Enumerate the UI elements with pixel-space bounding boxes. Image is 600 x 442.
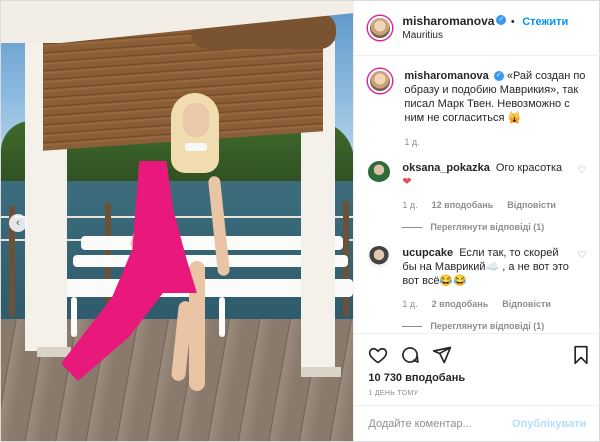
chevron-left-icon: ‹ bbox=[16, 217, 20, 229]
caption: misharomanova ✓ «Рай создан по образу и п… bbox=[368, 69, 586, 149]
heart-icon[interactable] bbox=[368, 345, 388, 365]
follow-button[interactable]: Стежити bbox=[522, 16, 568, 28]
bookmark-icon[interactable] bbox=[572, 345, 590, 365]
comment-body: ucupcake Если так, то скорей бы на Маври… bbox=[402, 246, 571, 333]
caption-date: 1 д. bbox=[404, 137, 420, 147]
action-icons bbox=[368, 340, 590, 370]
comment-date: 1 д. bbox=[402, 299, 418, 309]
comment-item: ucupcake Если так, то скорей бы на Маври… bbox=[368, 246, 586, 333]
caption-avatar[interactable] bbox=[368, 69, 393, 93]
view-replies[interactable]: Переглянути відповіді (1) bbox=[402, 319, 571, 333]
instagram-post: ‹ misharomanova ✓ • Стежити Mauritius mis… bbox=[0, 0, 600, 442]
bench-leg bbox=[219, 297, 225, 337]
post-time[interactable]: 1 ДЕНЬ ТОМУ bbox=[368, 390, 590, 397]
pillar-base bbox=[301, 367, 341, 377]
post-photo[interactable]: ‹ bbox=[1, 1, 354, 441]
comment-item: oksana_pokazka Ого красотка ❤ 1 д. 12 вп… bbox=[368, 161, 586, 234]
heart-small-icon[interactable]: ♡ bbox=[577, 250, 586, 333]
carousel-prev-button[interactable]: ‹ bbox=[9, 214, 27, 232]
verified-icon: ✓ bbox=[496, 15, 507, 26]
comment-author[interactable]: oksana_pokazka bbox=[402, 162, 489, 174]
view-replies-label: Переглянути відповіді (1) bbox=[430, 222, 545, 232]
choker bbox=[185, 143, 207, 151]
comment-text: Ого красотка bbox=[495, 162, 563, 174]
heart-emoji: ❤ bbox=[402, 176, 412, 188]
post-header: misharomanova ✓ • Стежити Mauritius bbox=[354, 1, 600, 56]
replies-divider bbox=[402, 226, 423, 228]
bench-leg bbox=[71, 297, 77, 337]
comments-list[interactable]: misharomanova ✓ «Рай создан по образу и п… bbox=[354, 57, 600, 333]
comment-input[interactable] bbox=[368, 417, 513, 430]
comment-body: oksana_pokazka Ого красотка ❤ 1 д. 12 вп… bbox=[402, 161, 571, 234]
comment-date: 1 д. bbox=[402, 200, 418, 210]
avatar[interactable] bbox=[368, 16, 393, 40]
comment-likes[interactable]: 2 вподобань bbox=[432, 297, 489, 311]
publish-button[interactable]: Опублікувати bbox=[512, 418, 586, 430]
caption-body: misharomanova ✓ «Рай создан по образу и п… bbox=[404, 69, 586, 149]
add-comment-bar: Опублікувати bbox=[354, 405, 600, 441]
comment-avatar[interactable] bbox=[368, 246, 391, 268]
caption-author[interactable]: misharomanova bbox=[404, 70, 488, 82]
separator: • bbox=[510, 15, 515, 28]
header-info: misharomanova ✓ • Стежити Mauritius bbox=[402, 14, 568, 43]
header-username[interactable]: misharomanova bbox=[402, 14, 494, 28]
share-icon[interactable] bbox=[432, 345, 452, 365]
face bbox=[183, 103, 209, 137]
reply-button[interactable]: Відповісти bbox=[502, 297, 551, 311]
verified-icon: ✓ bbox=[493, 71, 504, 82]
comment-avatar[interactable] bbox=[368, 161, 391, 183]
post-side-panel: misharomanova ✓ • Стежити Mauritius misha… bbox=[353, 1, 600, 441]
replies-divider bbox=[402, 325, 423, 327]
location-link[interactable]: Mauritius bbox=[402, 29, 568, 43]
view-replies-label: Переглянути відповіді (1) bbox=[430, 321, 545, 331]
likes-count[interactable]: 10 730 вподобань bbox=[368, 372, 590, 384]
comment-icon[interactable] bbox=[400, 345, 420, 365]
reply-button[interactable]: Відповісти bbox=[507, 198, 556, 212]
heart-small-icon[interactable]: ♡ bbox=[577, 165, 586, 234]
view-replies[interactable]: Переглянути відповіді (1) bbox=[402, 220, 571, 234]
comment-author[interactable]: ucupcake bbox=[402, 247, 453, 259]
pillar-base bbox=[37, 347, 71, 357]
comment-likes[interactable]: 12 вподобань bbox=[432, 198, 494, 212]
